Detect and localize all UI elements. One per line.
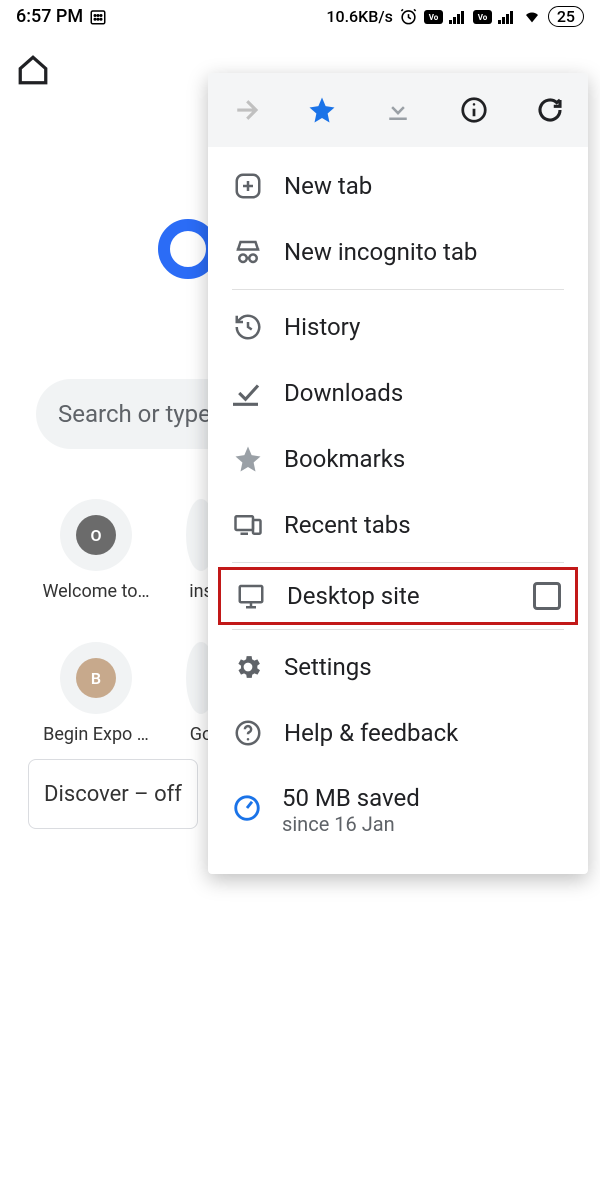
menu-label: Help & feedback xyxy=(284,719,458,747)
data-saved-amount: 50 MB saved xyxy=(282,784,420,812)
menu-label: New incognito tab xyxy=(284,238,477,266)
menu-label: Downloads xyxy=(284,379,403,407)
signal-icon xyxy=(498,10,516,24)
status-net-speed: 10.6KB/s xyxy=(326,7,392,26)
star-icon[interactable] xyxy=(307,95,337,125)
star-icon xyxy=(233,444,263,474)
desktop-site-checkbox[interactable] xyxy=(533,582,561,610)
overflow-menu: New tab New incognito tab History Downlo… xyxy=(208,73,588,874)
history-icon xyxy=(233,312,263,342)
plus-box-icon xyxy=(233,171,263,201)
menu-settings[interactable]: Settings xyxy=(208,634,588,700)
info-icon[interactable] xyxy=(459,95,489,125)
menu-label: Recent tabs xyxy=(284,511,411,539)
menu-label: New tab xyxy=(284,172,372,200)
gear-icon xyxy=(233,652,263,682)
svg-text:Vo: Vo xyxy=(478,13,488,22)
check-underline-icon xyxy=(233,378,263,408)
menu-top-row xyxy=(208,73,588,147)
signal-icon xyxy=(449,10,467,24)
menu-label: Bookmarks xyxy=(284,445,405,473)
menu-label: Desktop site xyxy=(287,582,420,610)
incognito-icon xyxy=(233,237,263,267)
status-bar: 6:57 PM 10.6KB/s Vo Vo 25 xyxy=(0,0,600,29)
menu-help[interactable]: Help & feedback xyxy=(208,700,588,766)
menu-label: Settings xyxy=(284,653,372,681)
alarm-icon xyxy=(399,7,418,26)
home-icon xyxy=(16,53,50,87)
home-button[interactable] xyxy=(16,53,50,91)
volte-icon: Vo xyxy=(473,10,492,24)
menu-new-tab[interactable]: New tab xyxy=(208,153,588,219)
menu-downloads[interactable]: Downloads xyxy=(208,360,588,426)
menu-incognito[interactable]: New incognito tab xyxy=(208,219,588,285)
data-saved-since: since 16 Jan xyxy=(282,812,420,836)
tile-label: Begin Expo … xyxy=(43,724,149,745)
svg-text:Vo: Vo xyxy=(429,13,439,22)
shortcut-tile[interactable]: O Welcome to… xyxy=(36,499,156,602)
shortcut-tile[interactable]: B Begin Expo … xyxy=(36,642,156,745)
divider xyxy=(232,562,564,563)
gauge-icon xyxy=(232,793,262,823)
menu-data-saved[interactable]: 50 MB saved since 16 Jan xyxy=(208,766,588,854)
menu-recent-tabs[interactable]: Recent tabs xyxy=(208,492,588,558)
wifi-icon xyxy=(522,9,542,25)
discover-toggle[interactable]: Discover – off xyxy=(28,759,198,829)
forward-icon[interactable] xyxy=(231,95,261,125)
tile-letter: B xyxy=(76,658,116,698)
menu-bookmarks[interactable]: Bookmarks xyxy=(208,426,588,492)
status-time: 6:57 PM xyxy=(16,6,83,27)
desktop-icon xyxy=(236,581,266,611)
calendar-icon xyxy=(89,8,107,26)
devices-icon xyxy=(233,510,263,540)
menu-desktop-site[interactable]: Desktop site xyxy=(218,567,578,625)
status-battery: 25 xyxy=(548,6,584,27)
refresh-icon[interactable] xyxy=(535,95,565,125)
tile-label: Welcome to… xyxy=(42,581,149,602)
menu-history[interactable]: History xyxy=(208,294,588,360)
download-icon[interactable] xyxy=(383,95,413,125)
menu-label: History xyxy=(284,313,360,341)
volte-icon: Vo xyxy=(424,10,443,24)
tile-letter: O xyxy=(76,515,116,555)
divider xyxy=(232,289,564,290)
help-icon xyxy=(233,718,263,748)
divider xyxy=(232,629,564,630)
